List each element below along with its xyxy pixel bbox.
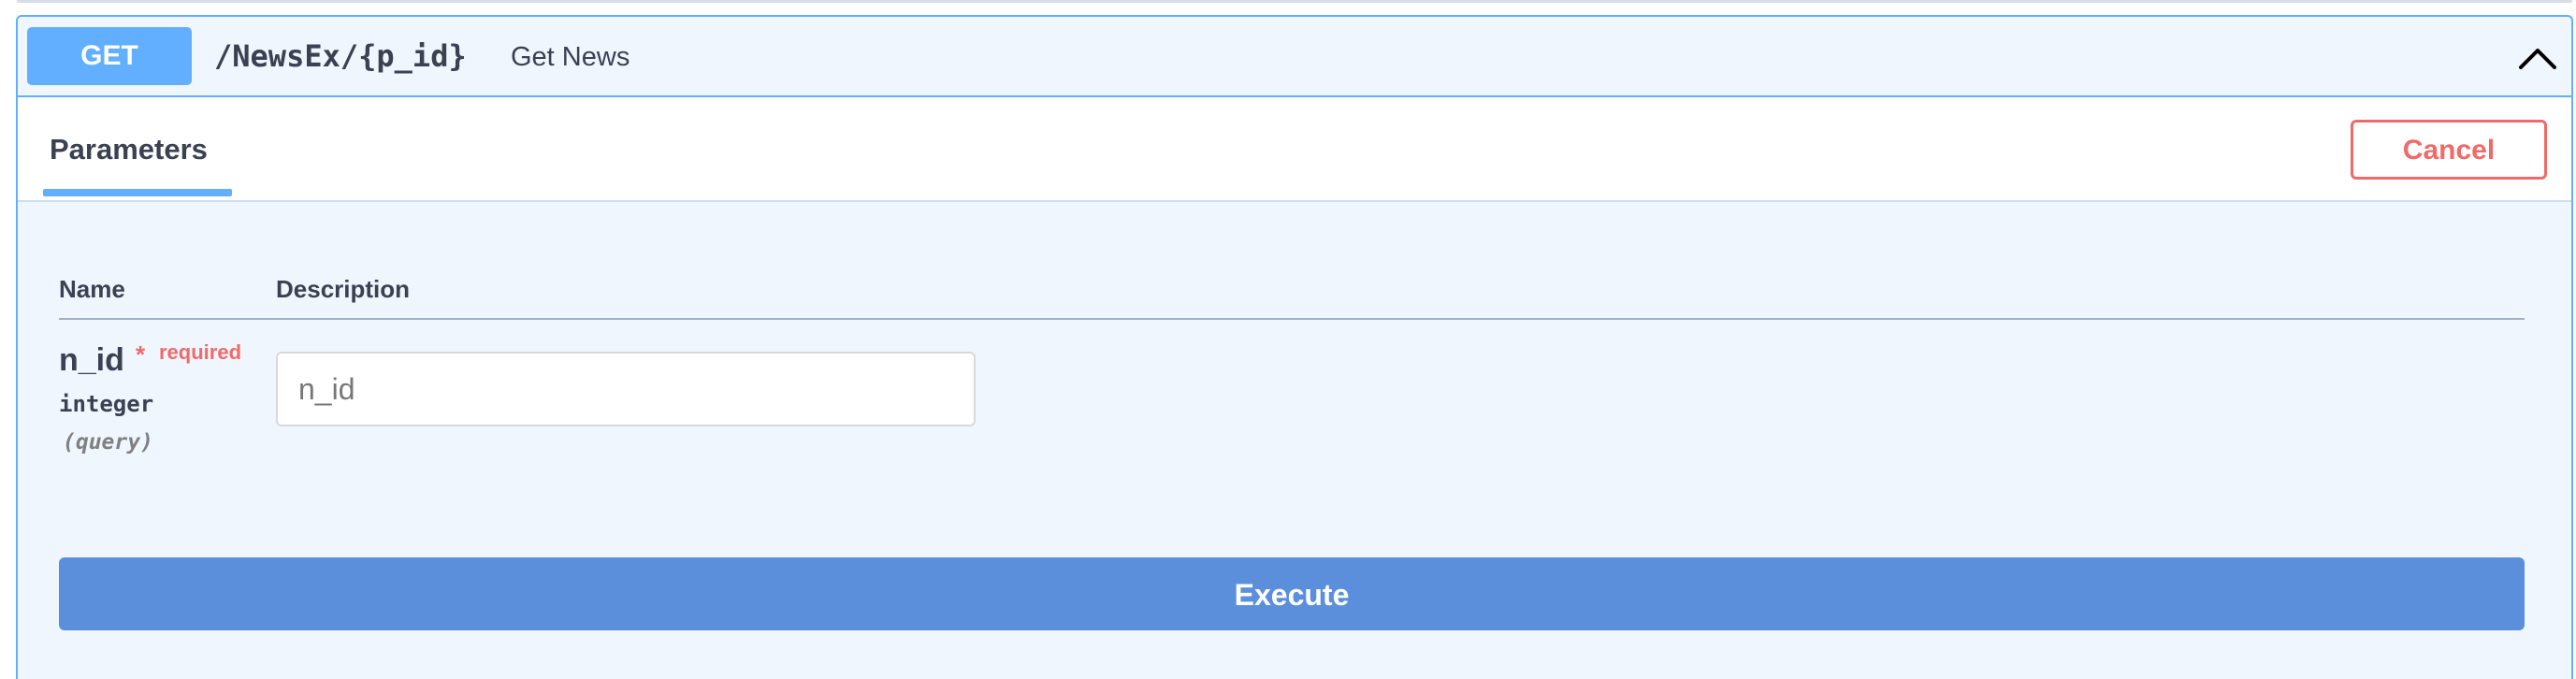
operation-path: /NewsEx/{p_id} bbox=[214, 38, 467, 74]
chevron-up-icon[interactable] bbox=[2513, 34, 2562, 82]
n-id-input[interactable] bbox=[276, 352, 976, 426]
column-header-description: Description bbox=[276, 275, 411, 303]
execute-button[interactable]: Execute bbox=[59, 557, 2525, 630]
method-badge: GET bbox=[27, 27, 192, 85]
required-star: * bbox=[136, 340, 146, 368]
operation-summary-text: Get News bbox=[511, 42, 630, 72]
tab-header: Parameters Cancel bbox=[18, 97, 2571, 202]
tab-active-indicator bbox=[43, 189, 232, 196]
operation-summary[interactable]: GET /NewsEx/{p_id} Get News bbox=[18, 17, 2571, 97]
cancel-button[interactable]: Cancel bbox=[2351, 120, 2547, 180]
operation-block-get: GET /NewsEx/{p_id} Get News Parameters C… bbox=[16, 15, 2573, 679]
required-label: required bbox=[159, 340, 242, 364]
parameter-name: n_id bbox=[59, 342, 124, 378]
tab-parameters-label: Parameters bbox=[50, 133, 208, 166]
top-divider bbox=[17, 0, 2572, 3]
column-header-name: Name bbox=[59, 275, 125, 303]
parameter-type: integer bbox=[59, 391, 154, 417]
parameters-section: Name Description n_id * required integer… bbox=[18, 202, 2571, 679]
parameter-location: (query) bbox=[63, 430, 153, 455]
header-divider bbox=[59, 318, 2525, 320]
